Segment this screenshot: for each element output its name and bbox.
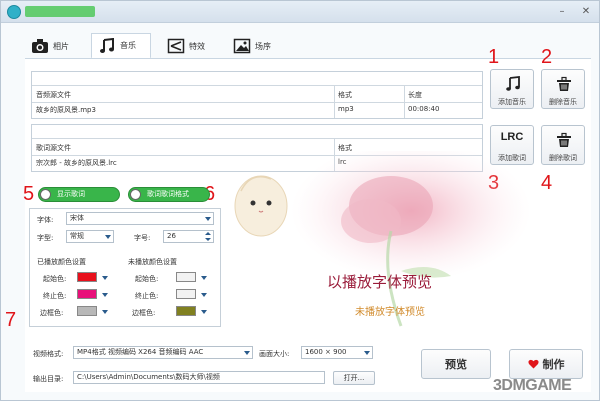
chevron-down-icon[interactable] (102, 310, 108, 314)
toggle-knob (40, 189, 51, 200)
tab-photos-label: 相片 (53, 41, 69, 51)
annotation-1: 1 (488, 46, 500, 68)
lyrics-style-toggle-label: 歌词歌词格式 (147, 190, 189, 198)
chevron-down-icon (244, 351, 250, 355)
close-button[interactable]: ✕ (577, 4, 595, 19)
lyrics-font-panel: 字体: 宋体 字型: 常规 字号: 26 已播放颜色设置 未播放颜色设置 起始色… (29, 208, 221, 327)
add-music-button[interactable]: 添加音乐 (490, 69, 534, 109)
unplayed-border-label: 边框色: (132, 309, 156, 317)
audio-row-file[interactable]: 故乡的原风景.mp3 (34, 105, 332, 115)
audio-header-format: 格式 (338, 91, 352, 99)
spinner-up-icon[interactable] (205, 232, 211, 235)
chevron-down-icon[interactable] (102, 276, 108, 280)
frame-size-label: 画面大小: (259, 350, 290, 358)
unplayed-end-label: 终止色: (135, 292, 159, 300)
chevron-down-icon[interactable] (102, 293, 108, 297)
frame-size-select[interactable]: 1600 × 900 (301, 346, 373, 359)
chevron-down-icon (105, 235, 111, 239)
played-start-swatch[interactable] (77, 272, 97, 282)
chevron-down-icon[interactable] (201, 310, 207, 314)
tab-scenes[interactable]: 场序 (227, 33, 287, 59)
music-note-icon (506, 76, 520, 91)
unplayed-border-swatch[interactable] (176, 306, 196, 316)
unplayed-end-swatch[interactable] (176, 289, 196, 299)
played-end-label: 终止色: (43, 292, 67, 300)
size-spinner[interactable]: 26 (163, 230, 214, 243)
chevron-down-icon (364, 351, 370, 355)
tab-effects[interactable]: 特效 (161, 33, 221, 59)
lyrics-style-toggle[interactable]: 歌词歌词格式 (128, 187, 210, 202)
watermark-text: 3DMGAME (493, 377, 572, 394)
size-label: 字号: (134, 234, 151, 242)
audio-table[interactable]: 音频源文件 格式 长度 故乡的原风景.mp3 mp3 00:08:40 (31, 71, 483, 119)
title-bar: – ✕ (1, 1, 599, 23)
annotation-7: 7 (5, 309, 17, 331)
annotation-5: 5 (23, 183, 35, 205)
size-spinner-value: 26 (167, 232, 176, 240)
video-format-label: 视频格式: (33, 350, 64, 358)
make-button-label: 制作 (542, 358, 565, 371)
trash-icon (557, 132, 571, 147)
delete-music-label: 删除音乐 (549, 98, 577, 106)
chevron-down-icon[interactable] (201, 293, 207, 297)
output-dir-label: 输出目录: (33, 375, 64, 383)
tab-music-label: 音乐 (120, 41, 136, 50)
chevron-down-icon[interactable] (201, 276, 207, 280)
preview-button[interactable]: 预览 (421, 349, 491, 379)
played-border-label: 边框色: (40, 309, 64, 317)
show-lyrics-toggle[interactable]: 显示歌词 (38, 187, 120, 202)
audio-row-format[interactable]: mp3 (336, 105, 402, 113)
unplayed-start-label: 起始色: (135, 275, 159, 283)
chevron-down-icon (205, 217, 211, 221)
app-logo-icon (7, 5, 21, 19)
unplayed-start-swatch[interactable] (176, 272, 196, 282)
tab-photos[interactable]: 相片 (25, 33, 85, 59)
played-start-label: 起始色: (43, 275, 67, 283)
audio-row-length[interactable]: 00:08:40 (406, 105, 480, 113)
frame-size-value: 1600 × 900 (305, 348, 347, 356)
heart-icon (527, 359, 539, 369)
add-music-label: 添加音乐 (498, 98, 526, 106)
preview-button-label: 预览 (445, 358, 467, 371)
minimize-button[interactable]: – (553, 4, 571, 19)
font-select-value: 宋体 (70, 214, 84, 222)
effect-icon (167, 38, 185, 54)
tab-music[interactable]: 音乐 (91, 33, 151, 59)
font-select[interactable]: 宋体 (66, 212, 214, 225)
unplayed-preview-text: 未播放字体预览 (355, 307, 425, 318)
toggle-knob (130, 189, 141, 200)
video-format-select[interactable]: MP4格式 视频编码 X264 音频编码 AAC (73, 346, 253, 359)
output-dir-field[interactable]: C:\Users\Admin\Documents\数码大师\视频 (73, 371, 325, 384)
unplayed-colors-title: 未播放颜色设置 (128, 258, 177, 266)
font-label: 字体: (37, 216, 54, 224)
weight-select-value: 常规 (70, 232, 84, 240)
annotation-2: 2 (541, 46, 553, 68)
audio-header-file: 音频源文件 (36, 91, 71, 99)
app-window: – ✕ 相片 音乐 特效 场序 音频源文件 格式 长度 故乡的原风景.mp3 m (0, 0, 600, 401)
picture-icon (233, 38, 251, 54)
played-colors-title: 已播放颜色设置 (37, 258, 86, 266)
tab-effects-label: 特效 (189, 41, 205, 51)
make-button[interactable]: 制作 (509, 349, 583, 379)
spinner-down-icon[interactable] (205, 238, 211, 241)
played-preview-text: 以播放字体预览 (327, 273, 433, 291)
browse-button[interactable]: 打开... (333, 371, 375, 385)
audio-header-length: 长度 (408, 91, 422, 99)
lrc-icon: LRC (500, 131, 524, 143)
show-lyrics-toggle-label: 显示歌词 (57, 190, 85, 198)
weight-label: 字型: (37, 234, 54, 242)
tab-scenes-label: 场序 (255, 41, 271, 51)
camera-icon (32, 39, 48, 53)
video-format-value: MP4格式 视频编码 X264 音频编码 AAC (77, 348, 204, 356)
played-end-swatch[interactable] (77, 289, 97, 299)
weight-select[interactable]: 常规 (66, 230, 114, 243)
trash-icon (557, 76, 571, 91)
delete-music-button[interactable]: 删除音乐 (541, 69, 585, 109)
played-border-swatch[interactable] (77, 306, 97, 316)
music-note-icon (100, 37, 114, 53)
window-title (25, 6, 95, 17)
